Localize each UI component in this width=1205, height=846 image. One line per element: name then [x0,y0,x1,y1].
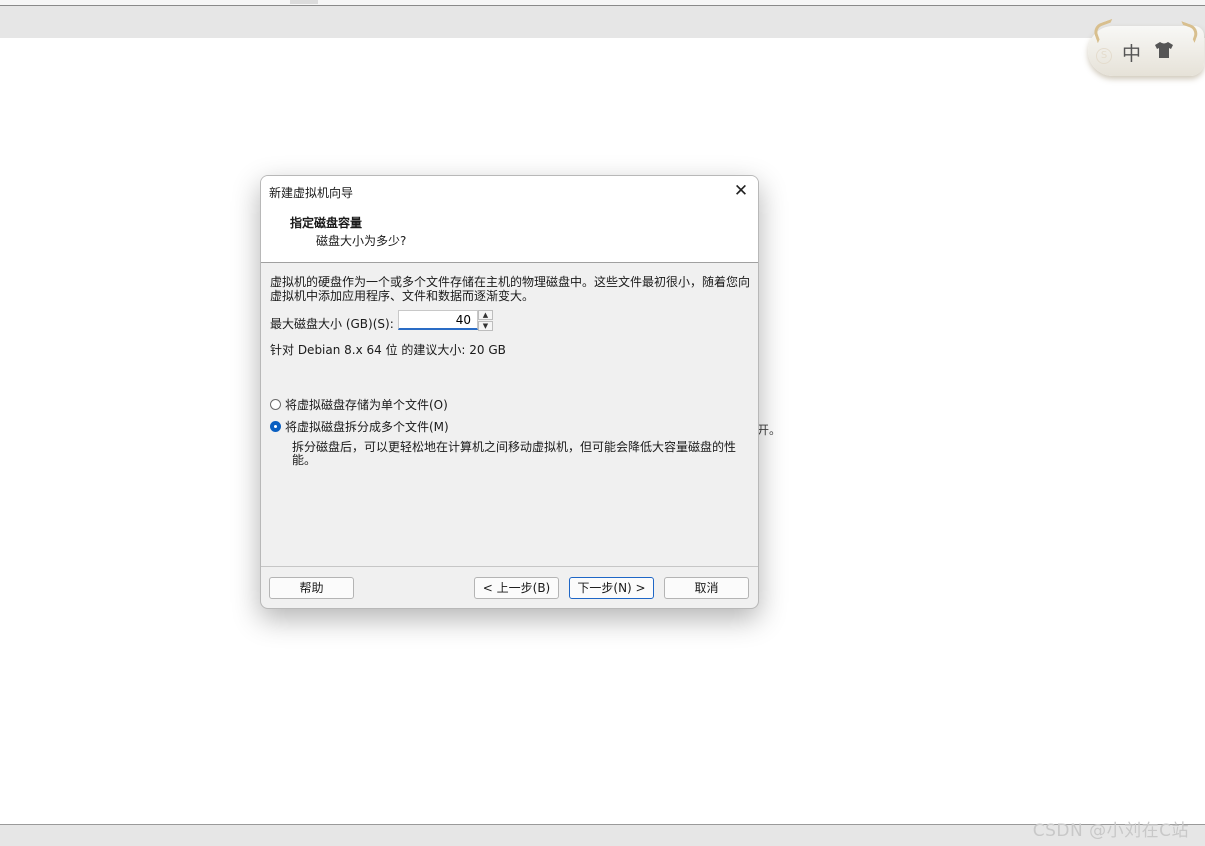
background-text-fragment: 开。 [757,423,782,437]
max-disk-size-label: 最大磁盘大小 (GB)(S): [270,317,394,331]
help-button[interactable]: 帮助 [269,577,354,599]
back-button[interactable]: < 上一步(B) [474,577,559,599]
radio-split-label[interactable]: 将虚拟磁盘拆分成多个文件(M) [285,418,449,435]
disk-description: 虚拟机的硬盘作为一个或多个文件存储在主机的物理磁盘中。这些文件最初很小，随着您向… [270,275,751,303]
ime-toolbar[interactable]: S 中 [1088,18,1204,76]
step-title: 指定磁盘容量 [290,216,363,230]
radio-single-file[interactable]: 将虚拟磁盘存储为单个文件(O) [270,396,448,412]
radio-split-files[interactable]: 将虚拟磁盘拆分成多个文件(M) [270,418,449,434]
radio-split-icon[interactable] [270,420,281,432]
recommended-size-text: 针对 Debian 8.x 64 位 的建议大小: 20 GB [270,343,506,357]
stepper-up-icon[interactable]: ▲ [478,310,493,320]
split-note: 拆分磁盘后，可以更轻松地在计算机之间移动虚拟机，但可能会降低大容量磁盘的性能。 [292,440,737,467]
top-toolbar [0,6,1205,38]
bottom-status-bar [0,824,1205,846]
ime-mode-toggle[interactable]: 中 [1122,39,1141,66]
top-tab-stub [290,0,318,4]
step-subtitle: 磁盘大小为多少? [316,234,407,248]
csdn-watermark: CSDN @小刘在C站 [1032,821,1189,841]
stepper-down-icon[interactable]: ▼ [478,321,493,331]
dialog-title: 新建虚拟机向导 [269,186,354,200]
skin-shirt-icon[interactable] [1154,41,1174,62]
max-disk-size-input[interactable] [398,310,478,330]
disk-size-stepper[interactable]: ▲ ▼ [478,310,493,331]
radio-single-icon[interactable] [270,398,281,410]
wizard-header: 新建虚拟机向导 ✕ 指定磁盘容量 磁盘大小为多少? [261,176,758,263]
ime-logo-icon: S [1096,48,1112,64]
next-button[interactable]: 下一步(N) > [569,577,654,599]
footer-divider [261,566,758,567]
close-icon[interactable]: ✕ [728,180,754,202]
new-vm-wizard-dialog: 新建虚拟机向导 ✕ 指定磁盘容量 磁盘大小为多少? 虚拟机的硬盘作为一个或多个文… [260,175,759,609]
radio-single-label[interactable]: 将虚拟磁盘存储为单个文件(O) [285,396,448,413]
cancel-button[interactable]: 取消 [664,577,749,599]
